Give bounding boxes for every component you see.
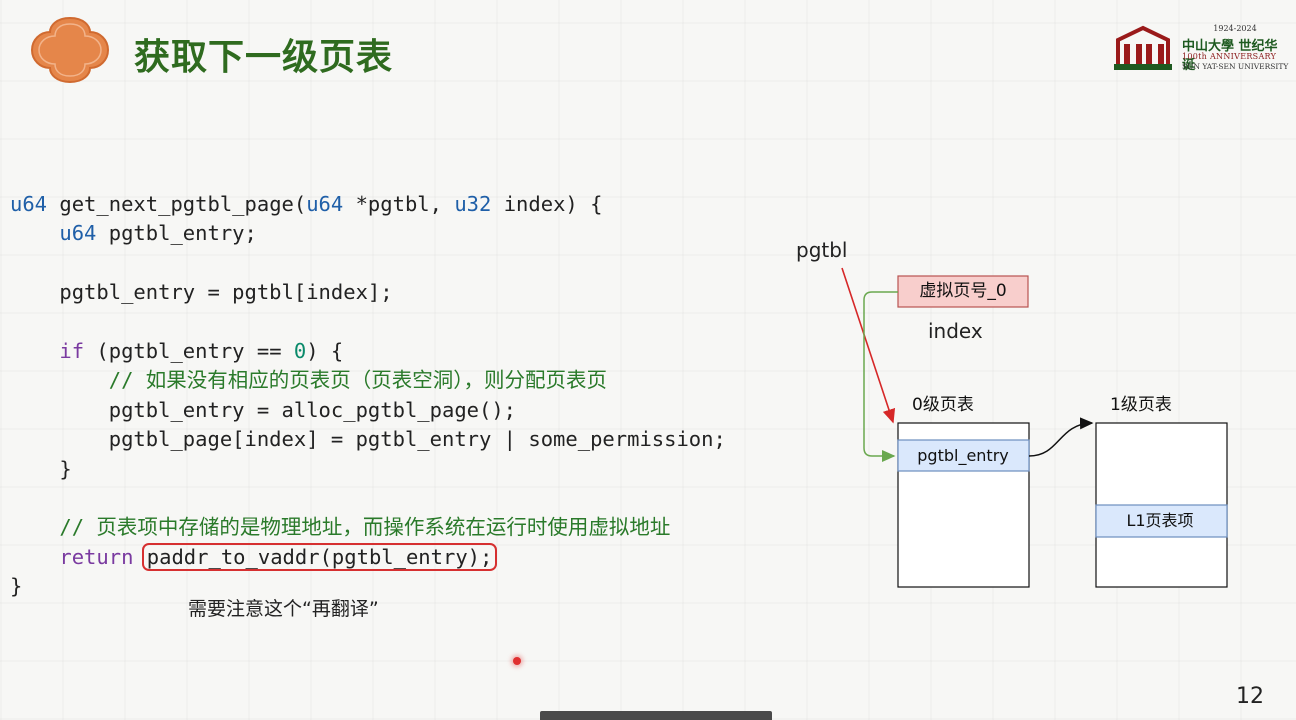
- slide-number: 12: [1236, 684, 1264, 709]
- next-level-arrow: [1028, 417, 1094, 457]
- video-control-bar[interactable]: [540, 711, 772, 720]
- index-label: index: [928, 319, 983, 343]
- laser-pointer-dot: [513, 657, 521, 665]
- page-table-diagram: pgtbl 虚拟页号_0 index 0级页表 pgtbl_entry 1级页表…: [796, 238, 1228, 588]
- l1-table-title: 1级页表: [1110, 395, 1172, 415]
- l0-table-title: 0级页表: [912, 395, 974, 415]
- l0-entry-label: pgtbl_entry: [917, 446, 1009, 466]
- index-arrow: [863, 291, 898, 462]
- pgtbl-label: pgtbl: [796, 238, 847, 262]
- vpn-box-label: 虚拟页号_0: [919, 281, 1006, 301]
- l1-entry-label: L1页表项: [1126, 511, 1193, 530]
- pgtbl-pointer-arrow: [841, 267, 896, 424]
